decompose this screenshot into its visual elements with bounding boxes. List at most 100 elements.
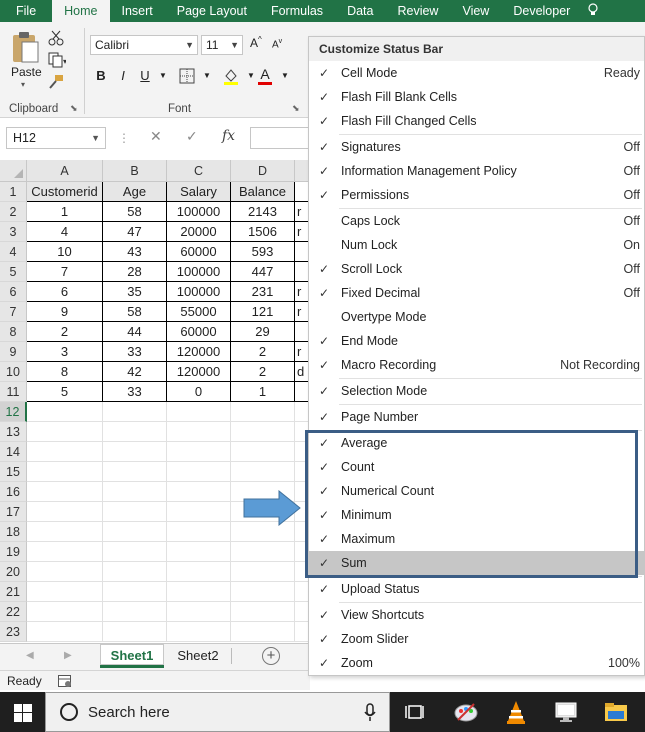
table-cell[interactable]: 1 — [27, 202, 103, 222]
font-color-dropdown-icon[interactable]: ▼ — [276, 66, 294, 86]
table-cell[interactable] — [231, 582, 295, 602]
column-header-c[interactable]: C — [167, 160, 231, 182]
table-cell[interactable] — [231, 542, 295, 562]
copy-icon[interactable]: ▾ — [48, 52, 67, 68]
tab-page-layout[interactable]: Page Layout — [165, 0, 259, 22]
menu-item-end-mode[interactable]: ✓ End Mode — [309, 329, 644, 353]
table-cell[interactable]: 593 — [231, 242, 295, 262]
vlc-icon[interactable] — [502, 698, 530, 726]
row-header-4[interactable]: 4 — [0, 242, 27, 262]
table-cell[interactable]: 60000 — [167, 322, 231, 342]
table-cell[interactable]: 28 — [103, 262, 167, 282]
table-cell[interactable]: 100000 — [167, 282, 231, 302]
table-cell[interactable] — [27, 422, 103, 442]
table-cell[interactable]: 7 — [27, 262, 103, 282]
header-cell[interactable]: Balance — [231, 182, 295, 202]
font-color-button[interactable]: A — [256, 66, 274, 86]
font-size-select[interactable]: 11 ▼ — [201, 35, 243, 55]
table-cell[interactable]: 0 — [167, 382, 231, 402]
table-cell[interactable] — [231, 622, 295, 642]
paste-button[interactable]: Paste — [11, 65, 42, 79]
table-cell[interactable]: 447 — [231, 262, 295, 282]
table-cell[interactable] — [103, 542, 167, 562]
table-cell[interactable] — [231, 442, 295, 462]
table-cell[interactable] — [167, 402, 231, 422]
tab-review[interactable]: Review — [385, 0, 450, 22]
table-cell[interactable] — [103, 522, 167, 542]
table-cell[interactable] — [103, 602, 167, 622]
menu-item-signatures[interactable]: ✓ Signatures Off — [309, 135, 644, 159]
table-cell[interactable]: 29 — [231, 322, 295, 342]
table-cell[interactable]: 120000 — [167, 362, 231, 382]
add-sheet-button[interactable]: + — [262, 647, 280, 665]
header-cell[interactable]: Salary — [167, 182, 231, 202]
row-header-21[interactable]: 21 — [0, 582, 27, 602]
table-cell[interactable]: 43 — [103, 242, 167, 262]
table-cell[interactable] — [27, 402, 103, 422]
file-explorer-icon[interactable] — [602, 698, 630, 726]
row-header-1[interactable]: 1 — [0, 182, 27, 202]
tab-data[interactable]: Data — [335, 0, 385, 22]
table-cell[interactable]: 6 — [27, 282, 103, 302]
format-painter-icon[interactable] — [48, 74, 66, 90]
menu-item-macro-recording[interactable]: ✓ Macro Recording Not Recording — [309, 353, 644, 377]
row-header-20[interactable]: 20 — [0, 562, 27, 582]
underline-button[interactable]: U — [136, 66, 154, 86]
table-cell[interactable]: 100000 — [167, 262, 231, 282]
table-cell[interactable]: 2 — [231, 342, 295, 362]
tab-view[interactable]: View — [450, 0, 501, 22]
table-cell[interactable]: 5 — [27, 382, 103, 402]
column-header-d[interactable]: D — [231, 160, 295, 182]
underline-dropdown-icon[interactable]: ▼ — [154, 66, 172, 86]
table-cell[interactable]: 8 — [27, 362, 103, 382]
clipboard-launcher-icon[interactable]: ⬊ — [70, 103, 78, 114]
table-cell[interactable] — [27, 522, 103, 542]
table-cell[interactable] — [167, 562, 231, 582]
table-cell[interactable]: 121 — [231, 302, 295, 322]
table-cell[interactable] — [103, 482, 167, 502]
tab-insert[interactable]: Insert — [110, 0, 165, 22]
table-cell[interactable] — [27, 562, 103, 582]
lightbulb-icon[interactable] — [588, 2, 598, 20]
status-bar[interactable]: Ready — [0, 670, 310, 690]
sheet-tab-sheet2[interactable]: Sheet2 — [166, 644, 230, 668]
table-cell[interactable] — [103, 622, 167, 642]
row-header-3[interactable]: 3 — [0, 222, 27, 242]
menu-item-zoom-slider[interactable]: ✓ Zoom Slider — [309, 627, 644, 651]
table-cell[interactable]: 60000 — [167, 242, 231, 262]
menu-item-cell-mode[interactable]: ✓ Cell Mode Ready — [309, 61, 644, 85]
table-cell[interactable]: 35 — [103, 282, 167, 302]
menu-item-minimum[interactable]: ✓ Minimum — [309, 503, 644, 527]
font-name-select[interactable]: Calibri ▼ — [90, 35, 198, 55]
menu-item-sum[interactable]: ✓ Sum — [309, 551, 644, 575]
table-cell[interactable] — [167, 622, 231, 642]
table-cell[interactable] — [167, 602, 231, 622]
paste-caret-icon[interactable]: ▾ — [21, 80, 25, 89]
menu-item-scroll-lock[interactable]: ✓ Scroll Lock Off — [309, 257, 644, 281]
column-header-a[interactable]: A — [27, 160, 103, 182]
table-cell[interactable] — [167, 582, 231, 602]
table-cell[interactable]: 33 — [103, 342, 167, 362]
row-header-9[interactable]: 9 — [0, 342, 27, 362]
menu-item-selection-mode[interactable]: ✓ Selection Mode — [309, 379, 644, 403]
paint-app-icon[interactable] — [452, 698, 480, 726]
next-sheet-icon[interactable]: ▶ — [64, 650, 72, 661]
table-cell[interactable] — [103, 462, 167, 482]
column-header-b[interactable]: B — [103, 160, 167, 182]
table-cell[interactable] — [27, 602, 103, 622]
table-cell[interactable] — [231, 462, 295, 482]
menu-item-zoom[interactable]: ✓ Zoom 100% — [309, 651, 644, 675]
row-header-14[interactable]: 14 — [0, 442, 27, 462]
bold-button[interactable]: B — [92, 66, 110, 86]
table-cell[interactable]: 47 — [103, 222, 167, 242]
table-cell[interactable]: 3 — [27, 342, 103, 362]
table-cell[interactable] — [231, 562, 295, 582]
menu-item-information-management-policy[interactable]: ✓ Information Management Policy Off — [309, 159, 644, 183]
table-cell[interactable] — [103, 422, 167, 442]
row-header-8[interactable]: 8 — [0, 322, 27, 342]
borders-dropdown-icon[interactable]: ▼ — [198, 66, 216, 86]
table-cell[interactable]: 4 — [27, 222, 103, 242]
table-cell[interactable] — [167, 442, 231, 462]
italic-button[interactable]: I — [114, 66, 132, 86]
row-header-23[interactable]: 23 — [0, 622, 27, 642]
